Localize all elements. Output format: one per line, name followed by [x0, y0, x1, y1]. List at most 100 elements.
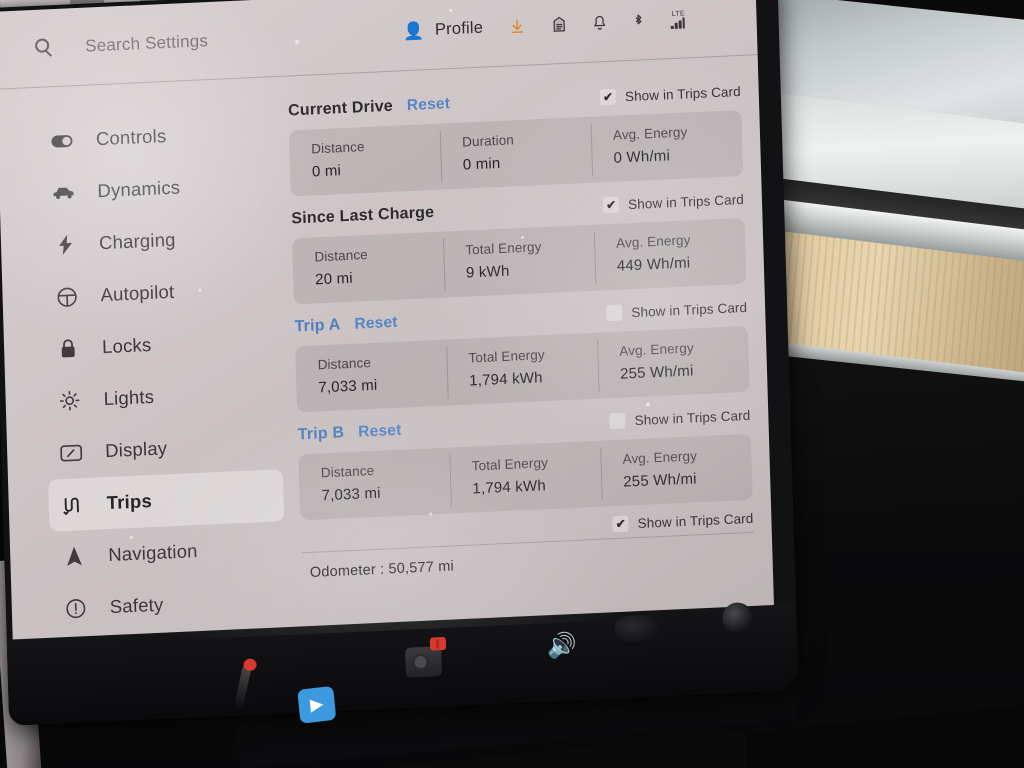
media-tile[interactable]: ▶: [297, 685, 337, 724]
sidebar-item-label: Charging: [98, 228, 176, 254]
stat-label: Total Energy: [468, 347, 545, 366]
stat-avg-energy: Avg. Energy 255 Wh/mi: [600, 434, 753, 507]
search-input[interactable]: [84, 24, 346, 57]
stat-duration: Duration 0 min: [440, 117, 593, 190]
display-icon: [59, 444, 83, 462]
download-icon[interactable]: [509, 18, 526, 36]
odometer-text: Odometer : 50,577 mi: [309, 558, 455, 581]
section-title[interactable]: Trip A: [294, 316, 340, 336]
center-touchscreen: 👤 Profile: [0, 0, 799, 726]
air-vent: [614, 614, 659, 643]
checkbox-icon[interactable]: [609, 412, 626, 430]
speaker-icon: 🔊: [546, 631, 578, 661]
trips-icon: [60, 495, 85, 515]
person-icon: 👤: [402, 21, 425, 42]
hazard-knob: [412, 653, 429, 671]
stat-total-energy: Total Energy 1,794 kWh: [449, 441, 602, 514]
search-icon: [34, 37, 56, 58]
signal-bars: [671, 16, 686, 29]
hazard-button[interactable]: [405, 646, 442, 678]
sidebar-item-label: Locks: [101, 333, 152, 358]
stat-value: 1,794 kWh: [472, 477, 547, 498]
show-in-trips-card-toggle[interactable]: Show in Trips Card: [602, 191, 745, 214]
stat-avg-energy: Avg. Energy 449 Wh/mi: [594, 218, 747, 291]
section-current-drive: Current Drive Reset Show in Trips Card D…: [287, 78, 744, 197]
show-in-trips-card-toggle[interactable]: Show in Trips Card: [606, 299, 748, 322]
stats-card: Distance 7,033 mi Total Energy 1,794 kWh…: [295, 325, 750, 413]
lock-icon: [56, 338, 81, 359]
reset-button[interactable]: Reset: [358, 422, 402, 442]
stalk-red-indicator: [243, 658, 257, 672]
settings-body: Controls Dynamics Charging Autopilot Loc…: [0, 55, 774, 648]
reset-button[interactable]: Reset: [407, 95, 451, 115]
checkbox-icon[interactable]: [612, 515, 629, 533]
lte-signal-icon[interactable]: LTE: [671, 10, 686, 29]
stat-label: Avg. Energy: [619, 340, 694, 359]
reset-button[interactable]: Reset: [354, 314, 398, 334]
card-icon[interactable]: [552, 16, 567, 34]
checkbox-icon[interactable]: [599, 88, 617, 106]
stat-value: 449 Wh/mi: [616, 254, 691, 275]
checkbox-icon[interactable]: [602, 196, 620, 214]
sun-icon: [57, 390, 82, 411]
stat-total-energy: Total Energy 9 kWh: [443, 225, 596, 298]
stat-label: Distance: [314, 247, 368, 265]
profile-button[interactable]: 👤 Profile: [403, 19, 484, 42]
stat-label: Distance: [311, 139, 365, 157]
search-bar[interactable]: [34, 24, 346, 58]
section-since-last-charge: Since Last Charge Show in Trips Card Dis…: [291, 186, 747, 305]
stat-value: 0 mi: [311, 162, 342, 181]
checkbox-icon[interactable]: [606, 304, 623, 322]
stat-distance: Distance 20 mi: [292, 232, 445, 305]
show-in-trips-card-toggle[interactable]: Show in Trips Card: [612, 510, 754, 533]
stat-value: 7,033 mi: [318, 376, 378, 397]
bluetooth-icon[interactable]: [633, 12, 646, 31]
stat-value: 1,794 kWh: [468, 369, 543, 390]
stat-value: 255 Wh/mi: [619, 362, 694, 383]
checkbox-label: Show in Trips Card: [634, 407, 751, 428]
stat-value: 255 Wh/mi: [623, 470, 697, 491]
bell-icon[interactable]: [593, 14, 607, 32]
show-in-trips-card-toggle[interactable]: Show in Trips Card: [609, 407, 751, 430]
stats-card: Distance 20 mi Total Energy 9 kWh Avg. E…: [291, 217, 747, 305]
section-trip-a: Trip A Reset Show in Trips Card Distance…: [294, 294, 750, 413]
screen-content: 👤 Profile: [0, 0, 775, 648]
section-title[interactable]: Trip B: [298, 424, 345, 444]
stats-card: Distance 0 mi Duration 0 min Avg. Energy…: [288, 109, 744, 197]
exclamation-circle-icon: [64, 598, 89, 619]
settings-sidebar: Controls Dynamics Charging Autopilot Loc…: [0, 77, 298, 648]
stat-distance: Distance 0 mi: [289, 124, 442, 197]
stat-value: 7,033 mi: [321, 484, 381, 505]
cabin-camera: [721, 601, 753, 634]
stat-label: Total Energy: [471, 455, 549, 474]
sidebar-item-label: Trips: [106, 490, 153, 514]
stat-label: Distance: [317, 354, 372, 373]
sidebar-item-label: Display: [104, 437, 168, 462]
stat-value: 9 kWh: [465, 262, 510, 282]
sidebar-item-label: Dynamics: [97, 176, 181, 202]
stat-label: Distance: [320, 462, 375, 481]
checkbox-label: Show in Trips Card: [631, 299, 748, 320]
sidebar-item-label: Controls: [95, 125, 167, 150]
navigation-arrow-icon: [62, 546, 87, 567]
show-in-trips-card-toggle[interactable]: Show in Trips Card: [599, 83, 741, 106]
stats-card: Distance 7,033 mi Total Energy 1,794 kWh…: [298, 433, 753, 521]
sidebar-item-label: Safety: [109, 593, 164, 618]
hazard-indicator-light: [429, 636, 447, 651]
profile-label: Profile: [434, 18, 484, 39]
sidebar-item-label: Autopilot: [100, 280, 175, 306]
stat-distance: Distance 7,033 mi: [298, 448, 451, 521]
steering-wheel-icon: [54, 286, 79, 308]
car-icon: [51, 186, 75, 200]
stat-total-energy: Total Energy 1,794 kWh: [446, 333, 599, 406]
section-title: Current Drive: [287, 97, 394, 120]
section-trip-b: Trip B Reset Show in Trips Card Distance…: [297, 402, 753, 521]
gear-stalk: [233, 664, 252, 710]
checkbox-label: Show in Trips Card: [627, 191, 745, 212]
stat-value: 0 Wh/mi: [613, 147, 671, 167]
status-icons: 👤 Profile LTE: [403, 9, 686, 41]
bolt-icon: [53, 234, 78, 255]
section-title: Since Last Charge: [291, 203, 435, 228]
stat-label: Avg. Energy: [612, 124, 688, 143]
stat-avg-energy: Avg. Energy 0 Wh/mi: [590, 110, 743, 183]
